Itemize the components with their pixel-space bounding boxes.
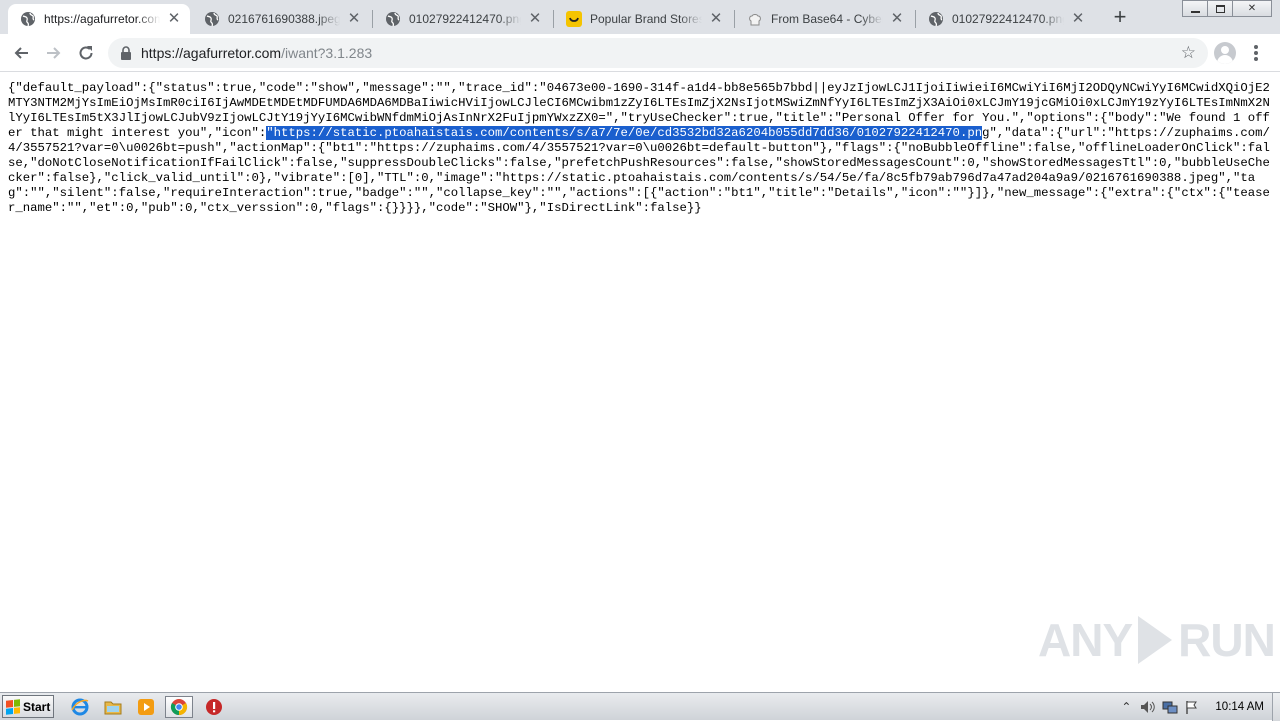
profile-avatar[interactable]	[1214, 42, 1236, 64]
window-controls: ✕	[1182, 0, 1272, 17]
close-tab-icon[interactable]: ✕	[346, 11, 362, 27]
restore-button[interactable]	[1207, 0, 1233, 17]
close-tab-icon[interactable]: ✕	[1070, 11, 1086, 27]
watermark-right-text: RUN	[1178, 614, 1276, 666]
forward-button[interactable]	[41, 40, 67, 66]
browser-menu-button[interactable]	[1254, 43, 1260, 63]
tab-title: 01027922412470.png (9	[952, 12, 1064, 26]
minimize-button[interactable]	[1182, 0, 1208, 17]
chrome-icon[interactable]	[165, 696, 193, 718]
tab-agafurretor[interactable]: https://agafurretor.com/iwant?3.1.283 ✕	[8, 4, 190, 34]
minimize-icon	[1190, 10, 1200, 13]
tab-popular-brand-stores[interactable]: Popular Brand Stores Sale ✕	[554, 4, 732, 34]
folder-icon[interactable]	[99, 696, 127, 718]
page-content: {"default_payload":{"status":true,"code"…	[0, 73, 1280, 691]
play-icon	[1138, 616, 1173, 664]
clock[interactable]: 10:14 AM	[1215, 701, 1264, 713]
url-path: /iwant?3.1.283	[281, 45, 373, 61]
ie-icon[interactable]	[66, 696, 94, 718]
reload-button[interactable]	[73, 40, 99, 66]
url-host: https://agafurretor.com	[141, 45, 282, 61]
show-desktop-button[interactable]	[1272, 693, 1280, 721]
speaker-icon[interactable]	[1139, 698, 1157, 716]
anyrun-watermark: ANY RUN	[1038, 613, 1276, 667]
globe-icon	[385, 11, 401, 27]
network-icon[interactable]	[1161, 698, 1179, 716]
new-tab-button[interactable]: +	[1108, 6, 1132, 30]
forward-arrow-icon	[47, 47, 61, 59]
tab-title: From Base64 - CyberChef	[771, 12, 883, 26]
reload-icon	[79, 46, 93, 60]
lock-icon	[121, 46, 131, 60]
close-icon: ✕	[1247, 3, 1257, 14]
windows-taskbar: Start ⌃ 10:14 AM	[0, 692, 1280, 721]
watermark-left-text: ANY	[1038, 614, 1133, 666]
tab-png-2[interactable]: 01027922412470.png (9 ✕	[916, 4, 1094, 34]
menu-dot	[1254, 51, 1258, 55]
start-button[interactable]: Start	[2, 695, 54, 718]
selected-icon-url[interactable]: "https://static.ptoahaistais.com/content…	[266, 126, 983, 140]
url-text: https://agafurretor.com/iwant?3.1.283	[141, 45, 372, 61]
tab-title: https://agafurretor.com/iwant?3.1.283	[44, 12, 160, 26]
tab-cyberchef[interactable]: From Base64 - CyberChef ✕	[735, 4, 913, 34]
windows-logo-icon	[6, 698, 20, 715]
close-tab-icon[interactable]: ✕	[708, 11, 724, 27]
system-tray: ⌃ 10:14 AM	[1113, 693, 1280, 721]
globe-icon	[928, 11, 944, 27]
media-player-icon[interactable]	[132, 696, 160, 718]
globe-icon	[20, 11, 36, 27]
tab-title: 01027922412470.png (9	[409, 12, 521, 26]
smiley-icon	[566, 11, 582, 27]
tab-strip: https://agafurretor.com/iwant?3.1.283 ✕ …	[0, 0, 1280, 34]
back-arrow-icon	[14, 47, 28, 59]
close-tab-icon[interactable]: ✕	[889, 11, 905, 27]
start-label: Start	[23, 699, 51, 714]
restore-icon	[1215, 4, 1225, 13]
tab-jpeg[interactable]: 0216761690388.jpeg (72 ✕	[192, 4, 370, 34]
back-button[interactable]	[8, 40, 34, 66]
json-response-text[interactable]: {"default_payload":{"status":true,"code"…	[8, 81, 1272, 216]
close-tab-icon[interactable]: ✕	[166, 11, 182, 27]
tab-title: 0216761690388.jpeg (72	[228, 12, 340, 26]
menu-dot	[1254, 45, 1258, 49]
tab-png-1[interactable]: 01027922412470.png (9 ✕	[373, 4, 551, 34]
close-window-button[interactable]: ✕	[1232, 0, 1272, 17]
show-hidden-icons-chevron[interactable]: ⌃	[1117, 698, 1135, 716]
chef-hat-icon	[747, 11, 763, 27]
tab-title: Popular Brand Stores Sale	[590, 12, 702, 26]
globe-icon	[204, 11, 220, 27]
action-center-flag-icon[interactable]	[1183, 698, 1201, 716]
close-tab-icon[interactable]: ✕	[527, 11, 543, 27]
star-icon[interactable]: ☆	[1181, 43, 1196, 63]
browser-toolbar: https://agafurretor.com/iwant?3.1.283 ☆	[0, 34, 1280, 72]
menu-dot	[1254, 57, 1258, 61]
stop-sign-icon[interactable]	[200, 696, 228, 718]
address-bar[interactable]: https://agafurretor.com/iwant?3.1.283 ☆	[108, 38, 1208, 68]
